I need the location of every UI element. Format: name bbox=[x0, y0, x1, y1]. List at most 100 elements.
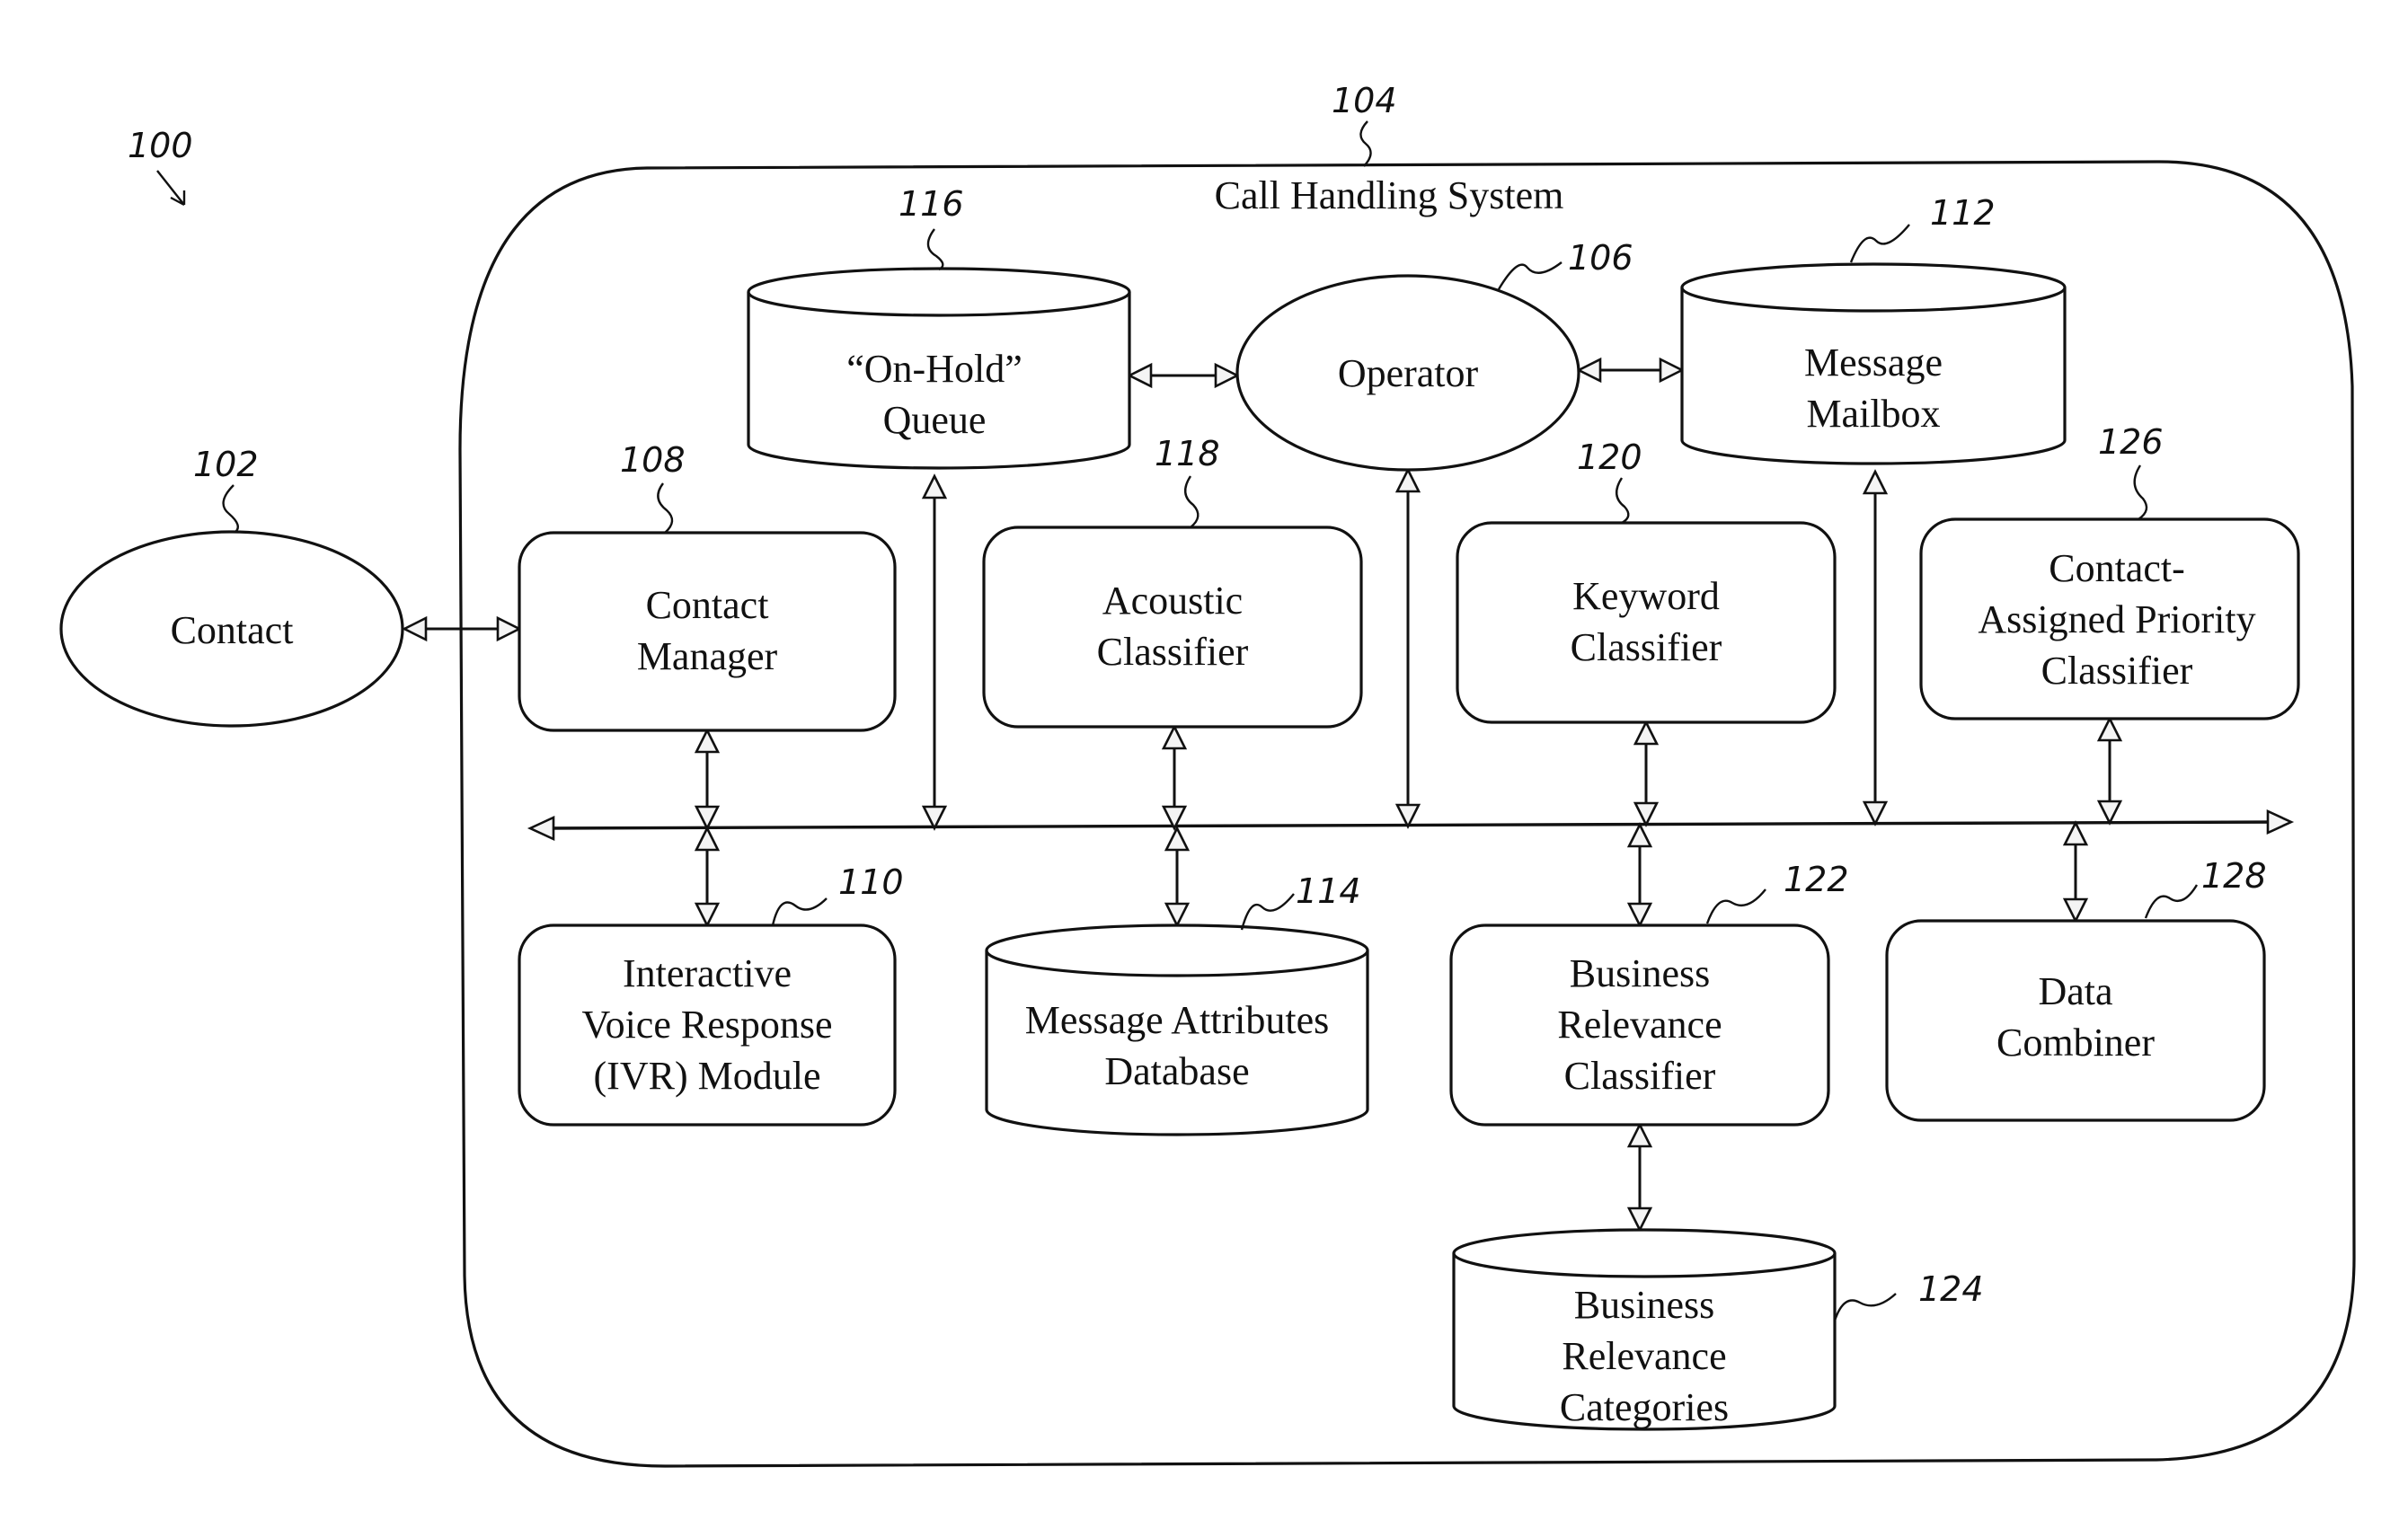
arrowhead-start-icon bbox=[694, 826, 721, 852]
bus-right-arrowhead-icon bbox=[2266, 809, 2295, 835]
arrowhead-end-icon bbox=[1633, 801, 1660, 827]
operator-ref-leader bbox=[1497, 261, 1563, 290]
message-mailbox-top bbox=[1680, 262, 2067, 313]
contact-ref-leader bbox=[222, 484, 239, 533]
ivr-module-label-line-2: Voice Response bbox=[581, 1003, 832, 1047]
business-relevance-categories-label-line-2: Relevance bbox=[1562, 1334, 1726, 1378]
ivr-module-label-line-1: Interactive bbox=[623, 951, 792, 995]
business-relevance-classifier-ref-leader bbox=[1705, 888, 1766, 924]
node-business-relevance-classifier[interactable]: Business Relevance Classifier 122 bbox=[1449, 860, 1849, 1127]
arrowhead-end-icon bbox=[2062, 897, 2089, 924]
ivr-module-label-line-3: (IVR) Module bbox=[594, 1054, 821, 1098]
node-contact-manager[interactable]: Contact Manager 108 bbox=[518, 440, 897, 732]
figure-ref-arrow-icon bbox=[156, 170, 186, 207]
arrowhead-end-icon bbox=[1862, 800, 1889, 826]
arrowhead-end-icon bbox=[496, 615, 522, 642]
contact-assigned-priority-classifier-label-line-1: Contact- bbox=[2049, 546, 2185, 590]
keyword-classifier-ref: 120 bbox=[1577, 437, 1642, 477]
arrowhead-start-icon bbox=[1127, 362, 1153, 389]
business-relevance-categories-label-line-3: Categories bbox=[1560, 1385, 1729, 1429]
arrowhead-start-icon bbox=[1576, 357, 1602, 384]
on-hold-queue-label-line-1: “On-Hold” bbox=[846, 347, 1023, 391]
ivr-module-ref: 110 bbox=[838, 862, 904, 902]
arrowhead-start-icon bbox=[2096, 716, 2123, 742]
business-relevance-categories-label-line-1: Business bbox=[1574, 1283, 1714, 1327]
contact-label-line-1: Contact bbox=[171, 608, 294, 652]
operator-ref: 106 bbox=[1568, 238, 1633, 278]
node-on-hold-queue[interactable]: “On-Hold” Queue 116 bbox=[747, 184, 1131, 470]
system-ref-leader bbox=[1359, 120, 1372, 167]
data-combiner-label-line-2: Combiner bbox=[1996, 1021, 2155, 1065]
contact-manager-ref-leader bbox=[657, 482, 674, 534]
arrowhead-start-icon bbox=[1394, 467, 1421, 493]
call-handling-diagram: 100 Call Handling System 104 Contact 102… bbox=[59, 81, 2356, 1468]
node-keyword-classifier[interactable]: Keyword Classifier 120 bbox=[1456, 437, 1837, 724]
contact-assigned-priority-classifier-label-line-2: Assigned Priority bbox=[1978, 597, 2255, 641]
arrowhead-start-icon bbox=[1862, 469, 1889, 495]
business-relevance-categories-ref-leader bbox=[1833, 1293, 1897, 1321]
node-operator[interactable]: Operator 106 bbox=[1235, 238, 1633, 472]
arrowhead-start-icon bbox=[1161, 724, 1188, 750]
node-contact-assigned-priority-classifier[interactable]: Contact- Assigned Priority Classifier 12… bbox=[1919, 422, 2300, 720]
keyword-classifier-label-line-2: Classifier bbox=[1571, 625, 1722, 669]
arrowhead-end-icon bbox=[921, 805, 948, 831]
arrowhead-end-icon bbox=[1659, 357, 1685, 384]
arrowhead-end-icon bbox=[1214, 362, 1240, 389]
arrowhead-end-icon bbox=[694, 805, 721, 831]
contact-assigned-priority-classifier-ref: 126 bbox=[2098, 422, 2164, 462]
business-relevance-classifier-ref: 122 bbox=[1784, 860, 1849, 899]
business-relevance-classifier-label-line-3: Classifier bbox=[1564, 1054, 1716, 1098]
arrowhead-start-icon bbox=[1626, 822, 1653, 848]
ivr-module-ref-leader bbox=[771, 897, 828, 926]
data-combiner-label-line-1: Data bbox=[2038, 969, 2112, 1013]
message-attributes-database-top bbox=[985, 924, 1369, 977]
node-contact[interactable]: Contact 102 bbox=[59, 445, 404, 728]
arrowhead-start-icon bbox=[694, 728, 721, 754]
figure-ref-100: 100 bbox=[128, 126, 193, 207]
node-ivr-module[interactable]: Interactive Voice Response (IVR) Module … bbox=[518, 862, 904, 1127]
contact-ref: 102 bbox=[193, 445, 259, 484]
acoustic-classifier-ref: 118 bbox=[1155, 434, 1220, 473]
acoustic-classifier-ref-leader bbox=[1184, 475, 1200, 528]
arrowhead-start-icon bbox=[402, 615, 428, 642]
business-relevance-categories-ref: 124 bbox=[1918, 1269, 1984, 1309]
node-business-relevance-categories[interactable]: Business Relevance Categories 124 bbox=[1452, 1228, 1984, 1431]
arrowhead-start-icon bbox=[2062, 820, 2089, 846]
node-message-mailbox[interactable]: Message Mailbox 112 bbox=[1680, 193, 2067, 465]
keyword-classifier-ref-leader bbox=[1616, 477, 1630, 525]
arrowhead-start-icon bbox=[1164, 826, 1191, 852]
keyword-classifier-label-line-1: Keyword bbox=[1572, 574, 1720, 618]
contact-assigned-priority-classifier-label-line-3: Classifier bbox=[2041, 649, 2193, 693]
contact-manager-label-line-1: Contact bbox=[646, 583, 769, 627]
system-title: Call Handling System bbox=[1215, 173, 1564, 217]
figure-ref-label: 100 bbox=[128, 126, 193, 165]
arrowhead-end-icon bbox=[1626, 1206, 1653, 1233]
acoustic-classifier-box bbox=[982, 526, 1363, 729]
operator-label-line-1: Operator bbox=[1338, 351, 1479, 395]
arrowhead-start-icon bbox=[1633, 720, 1660, 746]
contact-assigned-priority-classifier-ref-leader bbox=[2133, 464, 2148, 520]
contact-manager-label-line-2: Manager bbox=[637, 634, 778, 678]
message-attributes-database-label-line-2: Database bbox=[1104, 1049, 1249, 1093]
arrowhead-end-icon bbox=[2096, 800, 2123, 826]
on-hold-queue-top bbox=[747, 267, 1131, 317]
message-mailbox-label-line-2: Mailbox bbox=[1806, 392, 1940, 436]
message-attributes-database-label-line-1: Message Attributes bbox=[1025, 998, 1330, 1042]
message-attributes-database-ref: 114 bbox=[1296, 871, 1361, 911]
data-combiner-ref: 128 bbox=[2201, 856, 2267, 896]
message-mailbox-ref: 112 bbox=[1930, 193, 1996, 233]
message-mailbox-ref-leader bbox=[1849, 224, 1910, 263]
system-ref: 104 bbox=[1332, 81, 1397, 120]
on-hold-queue-ref-leader bbox=[926, 228, 944, 271]
message-attributes-database-body bbox=[985, 950, 1369, 1136]
on-hold-queue-label-line-2: Queue bbox=[883, 398, 987, 442]
message-attributes-database-ref-leader bbox=[1240, 893, 1295, 931]
business-relevance-categories-top bbox=[1452, 1228, 1837, 1278]
arrowhead-start-icon bbox=[1626, 1122, 1653, 1148]
arrowhead-start-icon bbox=[921, 473, 948, 499]
data-combiner-ref-leader bbox=[2144, 884, 2199, 919]
contact-manager-ref: 108 bbox=[620, 440, 686, 480]
node-acoustic-classifier[interactable]: Acoustic Classifier 118 bbox=[982, 434, 1363, 729]
keyword-classifier-box bbox=[1456, 521, 1837, 724]
arrowhead-end-icon bbox=[1394, 803, 1421, 829]
